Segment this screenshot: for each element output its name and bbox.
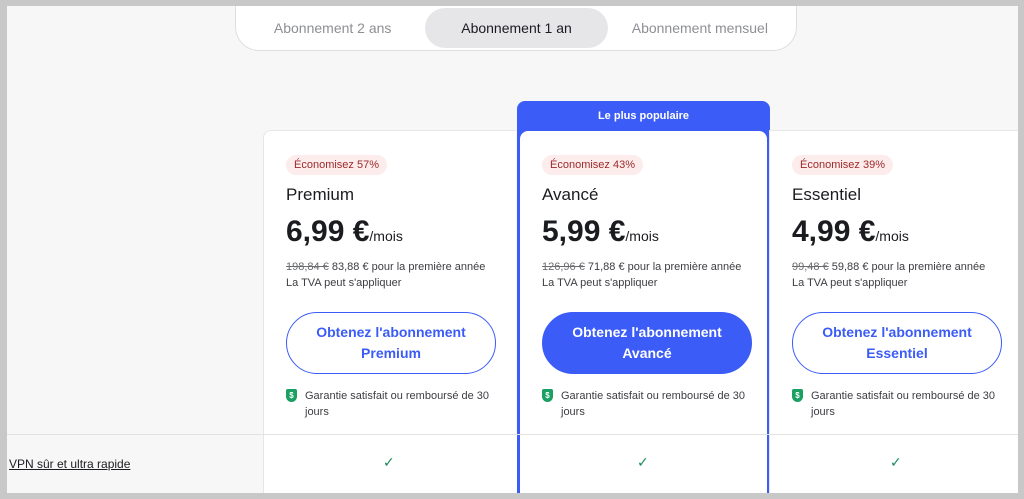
old-price: 198,84 € (286, 261, 329, 273)
shield-dollar-icon: $ (792, 389, 803, 402)
money-back-guarantee: $ Garantie satisfait ou remboursé de 30 … (542, 388, 757, 420)
plan-name: Premium (286, 185, 355, 204)
price-amount: 6,99 € (286, 215, 370, 248)
feature-label-secure-vpn[interactable]: VPN sûr et ultra rapide (9, 457, 130, 471)
savings-badge: Économisez 43% (542, 155, 643, 175)
tab-2-years[interactable]: Abonnement 2 ans (240, 8, 425, 48)
plan-price: 4,99 €/mois (792, 215, 1007, 249)
get-advanced-button[interactable]: Obtenez l'abonnement Avancé (542, 312, 752, 374)
price-details: 198,84 € 83,88 € pour la première année … (286, 259, 501, 291)
vat-note: La TVA peut s'appliquer (286, 277, 402, 289)
shield-dollar-icon: $ (542, 389, 553, 402)
check-icon: ✓ (383, 454, 395, 470)
guarantee-text: Garantie satisfait ou remboursé de 30 jo… (561, 390, 746, 418)
old-price: 126,96 € (542, 261, 585, 273)
price-unit: /mois (875, 228, 909, 244)
tab-1-year[interactable]: Abonnement 1 an (425, 8, 608, 48)
plan-name: Essentiel (792, 185, 861, 204)
vat-note: La TVA peut s'appliquer (792, 277, 908, 289)
first-year-price: 71,88 € pour la première année (587, 261, 742, 273)
price-unit: /mois (625, 228, 659, 244)
most-popular-banner: Le plus populaire (597, 110, 690, 122)
old-price: 99,48 € (792, 261, 829, 273)
savings-badge: Économisez 39% (792, 155, 893, 175)
get-premium-button[interactable]: Obtenez l'abonnement Premium (286, 312, 496, 374)
savings-badge: Économisez 57% (286, 155, 387, 175)
price-amount: 4,99 € (792, 215, 876, 248)
shield-dollar-icon: $ (286, 389, 297, 402)
first-year-price: 83,88 € pour la première année (331, 261, 486, 273)
get-essential-button[interactable]: Obtenez l'abonnement Essentiel (792, 312, 1002, 374)
pricing-frame: Abonnement 2 ans Abonnement 1 an Abonnem… (7, 6, 1018, 493)
plan-name: Avancé (542, 185, 599, 204)
plan-card-premium: Économisez 57% Premium 6,99 €/mois 198,8… (263, 130, 516, 440)
price-details: 99,48 € 59,88 € pour la première année L… (792, 259, 1007, 291)
plan-card-essential: Économisez 39% Essentiel 4,99 €/mois 99,… (769, 130, 1018, 440)
check-icon: ✓ (890, 454, 902, 470)
price-amount: 5,99 € (542, 215, 626, 248)
money-back-guarantee: $ Garantie satisfait ou remboursé de 30 … (792, 388, 1007, 420)
guarantee-text: Garantie satisfait ou remboursé de 30 jo… (811, 390, 996, 418)
vat-note: La TVA peut s'appliquer (542, 277, 658, 289)
first-year-price: 59,88 € pour la première année (831, 261, 986, 273)
guarantee-text: Garantie satisfait ou remboursé de 30 jo… (305, 390, 490, 418)
billing-period-tabs: Abonnement 2 ans Abonnement 1 an Abonnem… (235, 6, 797, 51)
money-back-guarantee: $ Garantie satisfait ou remboursé de 30 … (286, 388, 501, 420)
price-unit: /mois (369, 228, 403, 244)
plan-price: 5,99 €/mois (542, 215, 757, 249)
plan-card-advanced-body: Économisez 43% Avancé 5,99 €/mois 126,96… (520, 131, 767, 493)
tab-monthly[interactable]: Abonnement mensuel (608, 8, 792, 48)
plan-price: 6,99 €/mois (286, 215, 501, 249)
price-details: 126,96 € 71,88 € pour la première année … (542, 259, 757, 291)
check-icon: ✓ (637, 454, 649, 470)
